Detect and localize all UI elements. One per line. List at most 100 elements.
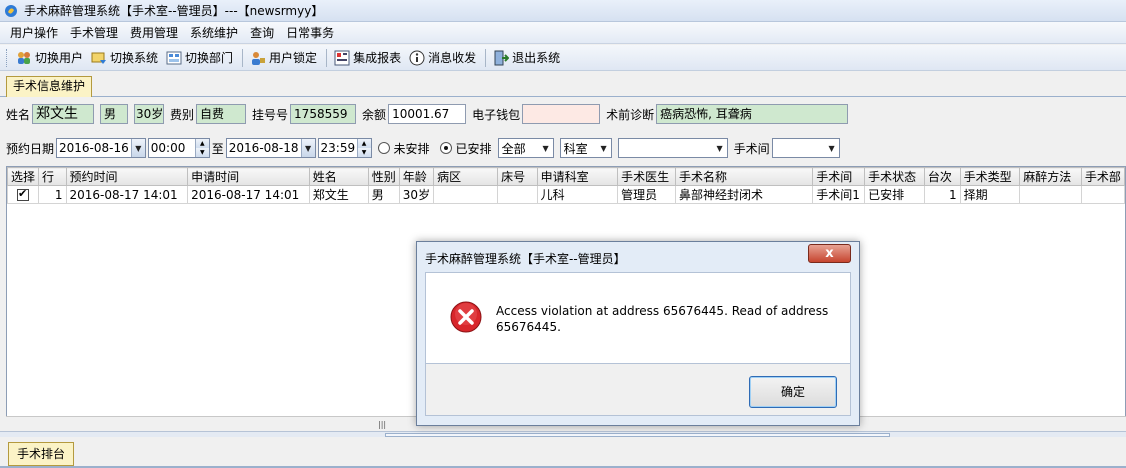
tab-surgery-schedule[interactable]: 手术排台 xyxy=(8,442,75,466)
col-header-order[interactable]: 台次 xyxy=(923,167,961,186)
switch-dept-button[interactable]: 切换部门 xyxy=(163,47,236,69)
col-header-apply-time[interactable]: 申请时间 xyxy=(187,167,310,186)
title-bar: 手术麻醉管理系统【手术室--管理员】---【newsrmyy】 xyxy=(0,0,1126,22)
date-to-picker[interactable]: 2016-08-18 ▼ xyxy=(225,138,316,158)
col-header-dept[interactable]: 申请科室 xyxy=(536,167,619,186)
col-header-age[interactable]: 年龄 xyxy=(398,167,435,186)
checkbox-checked-icon[interactable] xyxy=(17,187,29,201)
report-button[interactable]: 集成报表 xyxy=(331,47,404,69)
spin-down-icon[interactable]: ▼ xyxy=(357,148,371,157)
exit-button[interactable]: 退出系统 xyxy=(490,47,563,69)
chevron-down-icon[interactable]: ▼ xyxy=(597,139,611,157)
dialog-title: 手术麻醉管理系统【手术室--管理员】 xyxy=(425,252,626,266)
col-header-surgery-part[interactable]: 手术部 xyxy=(1080,167,1125,186)
diagnosis-label: 术前诊断 xyxy=(606,107,655,122)
col-header-surgery-name[interactable]: 手术名称 xyxy=(674,167,814,186)
cell-name: 郑文生 xyxy=(308,185,369,204)
lock-user-button[interactable]: 用户锁定 xyxy=(247,47,320,69)
chevron-down-icon[interactable]: ▼ xyxy=(539,139,553,157)
message-button[interactable]: 消息收发 xyxy=(406,47,479,69)
balance-field: 10001.67 xyxy=(388,104,467,124)
fee-label: 费别 xyxy=(170,107,195,122)
cell-doctor: 管理员 xyxy=(617,185,676,204)
dept-select-value: 科室 xyxy=(563,141,588,156)
panel-splitter[interactable] xyxy=(0,431,1126,437)
cell-bed xyxy=(497,185,538,204)
dialog-close-button[interactable]: x xyxy=(808,244,851,263)
error-icon xyxy=(450,301,482,333)
col-header-row[interactable]: 行 xyxy=(38,167,67,186)
dept-detail-select[interactable]: ▼ xyxy=(617,138,728,158)
radio-scheduled[interactable]: 已安排 xyxy=(439,140,492,157)
menu-system-maint[interactable]: 系统维护 xyxy=(184,23,244,43)
switch-user-button[interactable]: 切换用户 xyxy=(13,47,86,69)
date-from-value: 2016-08-16 xyxy=(59,141,129,155)
lock-user-icon xyxy=(252,51,266,65)
col-header-sex[interactable]: 性别 xyxy=(367,167,400,186)
col-header-type[interactable]: 手术类型 xyxy=(959,167,1021,186)
col-header-bed[interactable]: 床号 xyxy=(497,167,538,186)
time-from-spinner[interactable]: 00:00 ▲ ▼ xyxy=(147,138,210,158)
message-label: 消息收发 xyxy=(428,51,477,65)
cell-surgery-part xyxy=(1080,185,1125,204)
cell-type: 择期 xyxy=(959,185,1021,204)
radio-button-selected-icon[interactable] xyxy=(439,142,452,154)
chevron-down-icon[interactable]: ▼ xyxy=(825,139,839,157)
exit-label: 退出系统 xyxy=(512,51,561,65)
col-header-status[interactable]: 手术状态 xyxy=(864,167,925,186)
time-to-spinner[interactable]: 23:59 ▲ ▼ xyxy=(317,138,372,158)
menu-fee-mgmt[interactable]: 费用管理 xyxy=(124,23,184,43)
tab-surgery-info[interactable]: 手术信息维护 xyxy=(6,76,93,97)
dept-select[interactable]: 科室 ▼ xyxy=(559,138,612,158)
chevron-down-icon[interactable]: ▼ xyxy=(130,139,145,157)
ok-button[interactable]: 确定 xyxy=(749,376,837,408)
menu-daily[interactable]: 日常事务 xyxy=(280,23,340,43)
col-header-select[interactable]: 选择 xyxy=(7,167,40,186)
spin-down-icon[interactable]: ▼ xyxy=(195,148,209,157)
spin-up-icon[interactable]: ▲ xyxy=(357,139,371,148)
toolbar-grip[interactable] xyxy=(6,48,9,67)
status-select[interactable]: 全部 ▼ xyxy=(497,138,554,158)
col-header-appt-time[interactable]: 预约时间 xyxy=(65,167,189,186)
patient-info-row: 姓名 郑文生 男 30岁 费别 自费 挂号号 1758559 余额 10001.… xyxy=(0,100,1126,128)
cell-anesthesia xyxy=(1019,185,1082,204)
dialog-body: Access violation at address 65676445. Re… xyxy=(425,272,851,364)
wallet-field xyxy=(522,104,601,124)
date-from-picker[interactable]: 2016-08-16 ▼ xyxy=(56,138,146,158)
toolbar-separator xyxy=(326,48,328,67)
col-header-ward[interactable]: 病区 xyxy=(433,167,499,186)
chevron-down-icon[interactable]: ▼ xyxy=(300,139,315,157)
cell-apply-time: 2016-08-17 14:01 xyxy=(187,185,310,204)
app-logo-icon xyxy=(5,4,17,17)
col-header-doctor[interactable]: 手术医生 xyxy=(617,167,676,186)
col-header-name[interactable]: 姓名 xyxy=(308,167,369,186)
diagnosis-field: 癌病恐怖, 耳聋病 xyxy=(656,104,849,124)
col-header-anesthesia[interactable]: 麻醉方法 xyxy=(1019,167,1082,186)
switch-system-button[interactable]: 切换系统 xyxy=(88,47,161,69)
chevron-down-icon[interactable]: ▼ xyxy=(713,139,727,157)
table-row[interactable]: 1 2016-08-17 14:01 2016-08-17 14:01 郑文生 … xyxy=(7,185,1125,204)
room-label: 手术间 xyxy=(733,141,770,156)
name-label: 姓名 xyxy=(6,107,31,122)
users-icon xyxy=(18,51,30,64)
menu-surgery-mgmt[interactable]: 手术管理 xyxy=(64,23,124,43)
dialog-message: Access violation at address 65676445. Re… xyxy=(496,304,829,334)
cell-room: 手术间1 xyxy=(812,185,866,204)
menu-user-ops[interactable]: 用户操作 xyxy=(4,23,64,43)
radio-button-icon[interactable] xyxy=(377,142,390,154)
col-header-room[interactable]: 手术间 xyxy=(812,167,866,186)
menu-query[interactable]: 查询 xyxy=(244,23,280,43)
cell-ward xyxy=(433,185,499,204)
switch-system-icon xyxy=(91,52,107,64)
splitter-grip[interactable] xyxy=(385,433,890,437)
cell-dept: 儿科 xyxy=(536,185,619,204)
exit-icon xyxy=(494,50,510,65)
spin-up-icon[interactable]: ▲ xyxy=(195,139,209,148)
scrollbar-grip-icon[interactable]: ||| xyxy=(378,420,386,429)
room-select[interactable]: ▼ xyxy=(771,138,840,158)
cell-surgery-name: 鼻部神经封闭术 xyxy=(674,185,814,204)
reg-label: 挂号号 xyxy=(252,107,289,122)
row-select-checkbox-cell[interactable] xyxy=(7,185,40,204)
radio-unscheduled[interactable]: 未安排 xyxy=(377,140,430,157)
patient-name-field: 郑文生 xyxy=(32,104,95,124)
